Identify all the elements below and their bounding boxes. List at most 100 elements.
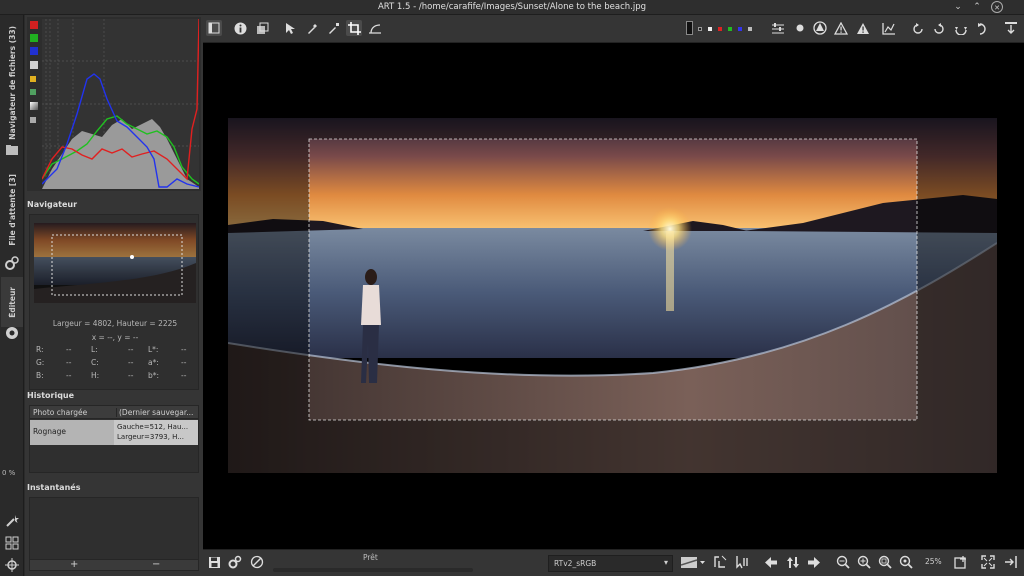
blue-preview-icon[interactable] [738, 27, 742, 31]
output-profile-select[interactable]: RTv2_sRGB ▾ [548, 555, 673, 572]
info-button[interactable] [232, 20, 248, 36]
bar-toggle[interactable] [30, 102, 38, 110]
close-button[interactable]: ✕ [991, 1, 1003, 13]
navigator-title: Navigateur [27, 200, 78, 209]
intent-select[interactable] [680, 554, 706, 570]
color-picker-button[interactable] [325, 20, 341, 36]
history-detail-line: Gauche=512, Hau... [117, 423, 189, 431]
hide-right-panel-button[interactable] [1003, 20, 1019, 36]
white-balance-picker-button[interactable] [304, 20, 320, 36]
cursor-mode-button[interactable] [734, 554, 750, 570]
grid-icon[interactable] [4, 535, 20, 551]
blue-channel-toggle[interactable] [30, 47, 38, 55]
new-detail-window-button[interactable] [953, 554, 969, 570]
r-label: R: [36, 345, 44, 354]
rotate-left-icon [913, 22, 923, 34]
panel-left-icon [208, 22, 220, 34]
zoom-in-button[interactable] [856, 554, 872, 570]
chroma-toggle[interactable] [30, 76, 36, 82]
copy-icon [256, 22, 268, 34]
straighten-icon [369, 23, 381, 34]
mode-toggle[interactable] [30, 117, 36, 123]
open-external-editor-button[interactable] [249, 554, 265, 570]
rotate-left-button[interactable] [910, 20, 926, 36]
image-viewer[interactable] [203, 43, 1024, 549]
hide-left-panel-button[interactable] [206, 20, 222, 36]
title-bar: ART 1.5 - /home/carafife/Images/Sunset/A… [0, 0, 1024, 15]
c-value: -- [128, 358, 134, 367]
aperture-icon[interactable] [4, 325, 20, 341]
magic-wand-icon[interactable] [4, 513, 20, 529]
minimize-button[interactable]: ⌄ [952, 1, 964, 13]
crosshair-icon[interactable] [4, 557, 20, 573]
snapshots-footer: + − [30, 559, 198, 570]
output-profile-value: RTv2_sRGB [554, 559, 597, 568]
minimize-icon: ⌄ [954, 2, 962, 12]
before-after-button[interactable] [254, 20, 270, 36]
zoom-fit-icon [878, 555, 892, 569]
image-dimensions: Largeur = 4802, Hauteur = 2225 [52, 319, 178, 328]
luminance-toggle[interactable] [30, 61, 38, 69]
rotate-right-icon [934, 22, 944, 34]
rotate-right-button[interactable] [931, 20, 947, 36]
straighten-tool-button[interactable] [367, 20, 383, 36]
maximize-button[interactable]: ⌃ [971, 1, 983, 13]
previous-image-button[interactable] [763, 554, 779, 570]
green-channel-toggle[interactable] [30, 34, 38, 42]
histogram-toggle-button[interactable] [881, 20, 897, 36]
toggle-right-panel-button[interactable] [1003, 554, 1019, 570]
zoom-fit-button[interactable] [877, 554, 893, 570]
dot-toggle-button[interactable] [792, 20, 808, 36]
soft-proofing-button[interactable] [812, 20, 828, 36]
highlight-clip-warning-button[interactable] [855, 20, 871, 36]
chevron-down-icon: ▾ [663, 558, 668, 567]
g-value: -- [66, 358, 72, 367]
red-channel-toggle[interactable] [30, 21, 38, 29]
zoom-100-button[interactable] [898, 554, 914, 570]
flip-vertical-button[interactable] [974, 20, 990, 36]
tab-editor[interactable]: Éditeur [1, 277, 23, 327]
queue-add-button[interactable] [227, 554, 243, 570]
navigator-thumbnail[interactable] [34, 223, 196, 303]
left-panel: Navigateur Largeur = 4802, Hauteur = 222… [25, 15, 203, 576]
preview-bg-toggle[interactable] [684, 20, 694, 36]
light-preview-icon[interactable] [708, 27, 712, 31]
save-button[interactable] [206, 554, 222, 570]
crop-ratio-icon [714, 555, 727, 568]
next-image-button[interactable] [806, 554, 822, 570]
focus-mask-button[interactable] [770, 20, 786, 36]
progress-bar [273, 568, 473, 572]
tab-file-browser[interactable]: Navigateur de fichiers (33) [1, 23, 23, 143]
histogram-channel-toggles [30, 21, 39, 131]
navigator-panel: Largeur = 4802, Hauteur = 2225 x = --, y… [29, 214, 199, 390]
gears-icon[interactable] [4, 255, 20, 271]
pixel-values-row: B: -- H: -- b*: -- [36, 371, 196, 384]
folder-icon[interactable] [4, 142, 20, 158]
window-title: ART 1.5 - /home/carafife/Images/Sunset/A… [377, 2, 647, 12]
crop-ratio-button[interactable] [712, 554, 728, 570]
luminance-preview-icon[interactable] [748, 27, 752, 31]
flip-horizontal-button[interactable] [953, 20, 969, 36]
hand-tool-button[interactable] [282, 20, 298, 36]
zoom-out-button[interactable] [835, 554, 851, 570]
snapshots-title: Instantanés [27, 483, 81, 492]
zoom-out-icon [836, 555, 850, 569]
add-snapshot-button[interactable]: + [70, 559, 78, 570]
warning-icon [857, 22, 869, 34]
dark-preview-icon[interactable] [698, 27, 702, 31]
zoom-level: 25% [925, 557, 942, 566]
fullscreen-button[interactable] [980, 554, 996, 570]
history-row-crop[interactable]: Rognage Gauche=512, Hau... Largeur=3793,… [30, 420, 198, 445]
zoom-actual-icon [899, 555, 913, 569]
r-value: -- [66, 345, 72, 354]
green-preview-icon[interactable] [728, 27, 732, 31]
remove-snapshot-button[interactable]: − [152, 559, 160, 570]
sync-button[interactable] [785, 554, 801, 570]
rendering-intent-icon [681, 556, 705, 568]
shadow-clip-warning-button[interactable] [833, 20, 849, 36]
tab-queue[interactable]: File d'attente [3] [1, 165, 23, 255]
history-header-row[interactable]: Photo chargée (Dernier sauvegar... [30, 406, 198, 419]
raw-toggle[interactable] [30, 89, 36, 95]
crop-tool-button[interactable] [346, 20, 362, 36]
red-preview-icon[interactable] [718, 27, 722, 31]
